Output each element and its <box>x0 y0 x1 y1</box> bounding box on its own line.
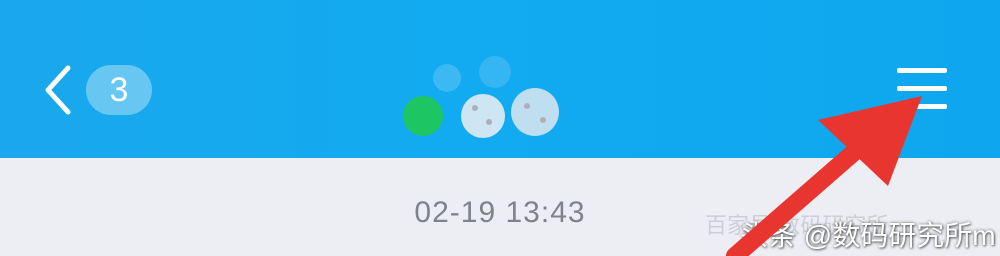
watermark: 头条 @数码研究所m <box>740 220 996 251</box>
chevron-left-icon <box>45 65 71 115</box>
chat-header: 3 <box>0 0 1000 158</box>
back-button[interactable]: 3 <box>38 60 158 120</box>
unread-count-badge: 3 <box>86 65 152 115</box>
hamburger-menu-icon[interactable] <box>895 64 949 114</box>
group-avatar-icon[interactable] <box>395 50 585 150</box>
